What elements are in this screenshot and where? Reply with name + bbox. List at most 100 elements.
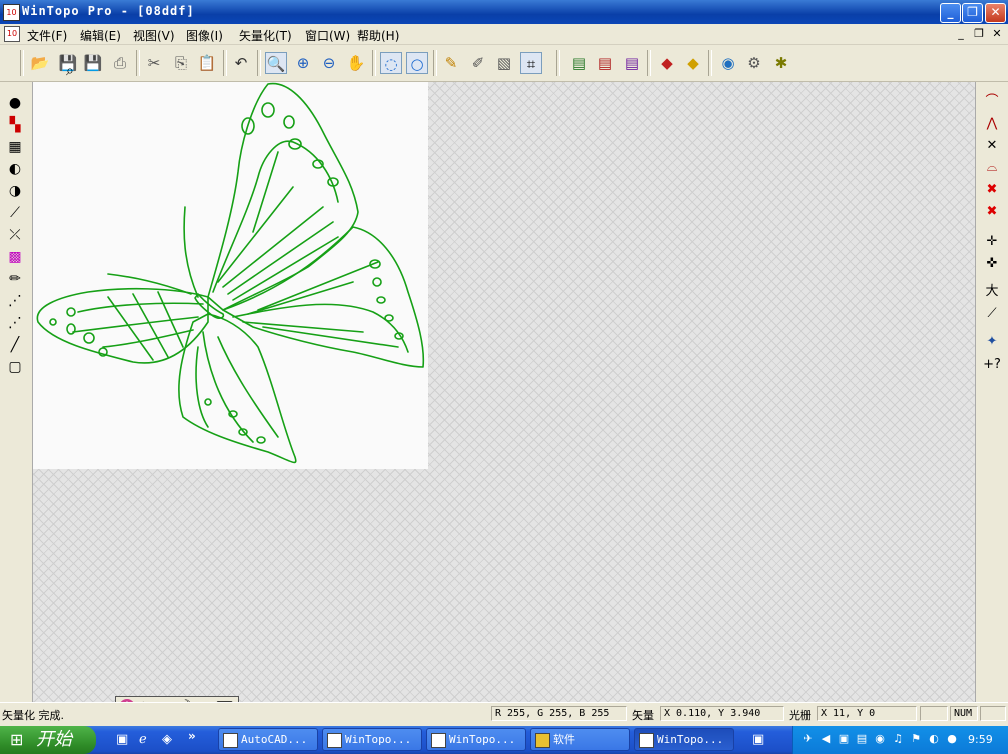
restore-button[interactable]: ❐: [962, 3, 983, 23]
start-button[interactable]: ⊞ 开始: [0, 726, 96, 754]
status-bar: 矢量化 完成. R 255, G 255, B 255 矢量 X 0.110, …: [0, 702, 1008, 725]
close-button[interactable]: ✕: [985, 3, 1006, 23]
options-icon[interactable]: ◉: [717, 52, 739, 74]
tool-icon[interactable]: ✱: [770, 52, 792, 74]
crop-icon[interactable]: ⌗: [520, 52, 542, 74]
menu-bar: 10 文件(F) 编辑(E) 视图(V) 图像(I) 矢量化(T) 窗口(W) …: [0, 24, 1008, 45]
mdi-minimize-button[interactable]: _: [954, 27, 968, 40]
menu-help[interactable]: 帮助(H): [357, 27, 399, 44]
cut-icon[interactable]: ✂: [143, 52, 165, 74]
tray-extra-icon[interactable]: ▣: [752, 732, 764, 747]
toolbar-separator: [372, 50, 376, 76]
zoom-icon[interactable]: 🔍: [265, 52, 287, 74]
taskbar-button-wintopo-2[interactable]: WinTopo...: [426, 728, 526, 751]
pan-icon[interactable]: ✋: [345, 52, 367, 74]
tray-icon-3[interactable]: ▣: [837, 732, 851, 746]
break-tool-icon[interactable]: ✖: [982, 202, 1002, 222]
join-tool-icon[interactable]: ✛: [982, 232, 1002, 252]
line-tool-icon[interactable]: ╱: [5, 335, 25, 355]
menu-vectorize[interactable]: 矢量化(T): [239, 27, 292, 44]
document-icon[interactable]: 10: [4, 26, 20, 42]
help-tool-icon[interactable]: +?: [982, 355, 1002, 375]
print-icon[interactable]: ⎙: [109, 52, 131, 74]
drawing-canvas[interactable]: [33, 82, 975, 702]
minimize-button[interactable]: _: [940, 3, 961, 23]
node-icon[interactable]: ○: [406, 52, 428, 74]
title-bar: 10 WinTopo Pro - [08ddf] _ ❐ ✕: [0, 0, 1008, 24]
vector-label: 矢量: [632, 709, 654, 722]
vectorize-3-icon[interactable]: ▤: [621, 52, 643, 74]
zoom-out-icon[interactable]: ⊖: [318, 52, 340, 74]
toolbar-separator: [257, 50, 261, 76]
dot-tool-icon[interactable]: ●: [5, 93, 25, 113]
taskbar-button-label: 软件: [553, 733, 575, 746]
wintopo-icon[interactable]: 10: [3, 4, 20, 21]
fill-icon[interactable]: ◆: [682, 52, 704, 74]
copy-icon[interactable]: ⎘: [170, 52, 192, 74]
extend-tool-icon[interactable]: ⼤: [982, 282, 1002, 302]
tray-icon-7[interactable]: ⚑: [909, 732, 923, 746]
thin-tool-icon[interactable]: ⟋: [5, 203, 25, 223]
taskbar-button-wintopo-1[interactable]: WinTopo...: [322, 728, 422, 751]
zoom-in-icon[interactable]: ⊕: [292, 52, 314, 74]
vectorize-2-icon[interactable]: ▤: [594, 52, 616, 74]
eraser-icon[interactable]: ✐: [467, 52, 489, 74]
color-reduce-tool-icon[interactable]: ▩: [5, 247, 25, 267]
taskbar-button-label: WinTopo...: [449, 733, 516, 746]
status-empty-cell: [980, 706, 1006, 721]
taskbar-button-autocad[interactable]: AutoCAD...: [218, 728, 318, 751]
menu-edit[interactable]: 编辑(E): [80, 27, 121, 44]
rectangle-tool-icon[interactable]: ▢: [5, 357, 25, 377]
settings-icon[interactable]: ⚙: [743, 52, 765, 74]
brush-tool-icon[interactable]: ✏: [5, 269, 25, 289]
arc-tool-icon[interactable]: ⌓: [982, 158, 1002, 178]
color-icon[interactable]: ◆: [656, 52, 678, 74]
mdi-restore-button[interactable]: ❐: [972, 27, 986, 40]
gradient-tool-icon[interactable]: ▦: [5, 137, 25, 157]
dashed-line-tool-icon[interactable]: ⋰: [5, 313, 25, 333]
quicklaunch-desktop-icon[interactable]: ▣: [116, 732, 128, 747]
menu-window[interactable]: 窗口(W): [305, 27, 350, 44]
taskbar-button-wintopo-active[interactable]: WinTopo...: [634, 728, 734, 751]
trim-tool-icon[interactable]: ⟋: [982, 304, 1002, 324]
tray-icon-9[interactable]: ●: [945, 732, 959, 746]
image-area[interactable]: [33, 82, 428, 469]
polyline-tool-icon[interactable]: ⋀: [982, 114, 1002, 134]
tray-icon-4[interactable]: ▤: [855, 732, 869, 746]
move-tool-icon[interactable]: ✜: [982, 254, 1002, 274]
cross-tool-icon[interactable]: ✕: [982, 136, 1002, 156]
save-as-icon[interactable]: 💾: [82, 52, 104, 74]
open-icon[interactable]: 📂: [29, 52, 51, 74]
tray-icon-2[interactable]: ◀: [819, 732, 833, 746]
delete-node-tool-icon[interactable]: ✖: [982, 180, 1002, 200]
quicklaunch-ie-icon[interactable]: ℯ: [139, 732, 147, 747]
brightness-tool-icon[interactable]: ◑: [5, 181, 25, 201]
paste-icon[interactable]: 📋: [196, 52, 218, 74]
tray-icon-1[interactable]: ✈: [801, 732, 815, 746]
menu-view[interactable]: 视图(V): [133, 27, 175, 44]
edit-icon[interactable]: ▧: [493, 52, 515, 74]
vectorize-1-icon[interactable]: ▤: [568, 52, 590, 74]
clock[interactable]: 9:59: [968, 733, 993, 746]
dotted-line-tool-icon[interactable]: ⋰: [5, 291, 25, 311]
color-pick-tool-icon[interactable]: ▚: [5, 115, 25, 135]
quicklaunch-more-icon[interactable]: »: [188, 729, 196, 743]
menu-file[interactable]: 文件(F): [27, 27, 67, 44]
fill-tool-icon[interactable]: ✦: [982, 332, 1002, 352]
curve-tool-icon[interactable]: ⌒: [982, 92, 1002, 112]
menu-image[interactable]: 图像(I): [186, 27, 223, 44]
mdi-close-button[interactable]: ✕: [990, 27, 1004, 40]
toolbar-separator: [708, 50, 712, 76]
taskbar-button-software[interactable]: 软件: [530, 728, 630, 751]
undo-icon[interactable]: ↶: [230, 52, 252, 74]
quicklaunch-media-icon[interactable]: ◈: [162, 732, 172, 747]
taskbar: ⊞ 开始 ▣ ℯ ◈ » AutoCAD... WinTopo... WinTo…: [0, 726, 1008, 754]
raster-label: 光栅: [789, 709, 811, 722]
tray-icon-5[interactable]: ◉: [873, 732, 887, 746]
tray-icon-8[interactable]: ◐: [927, 732, 941, 746]
contrast-tool-icon[interactable]: ◐: [5, 159, 25, 179]
smooth-tool-icon[interactable]: ⤫: [5, 225, 25, 245]
tray-icon-6[interactable]: ♫: [891, 732, 905, 746]
select-icon[interactable]: ◌: [380, 52, 402, 74]
pencil-icon[interactable]: ✎: [440, 52, 462, 74]
